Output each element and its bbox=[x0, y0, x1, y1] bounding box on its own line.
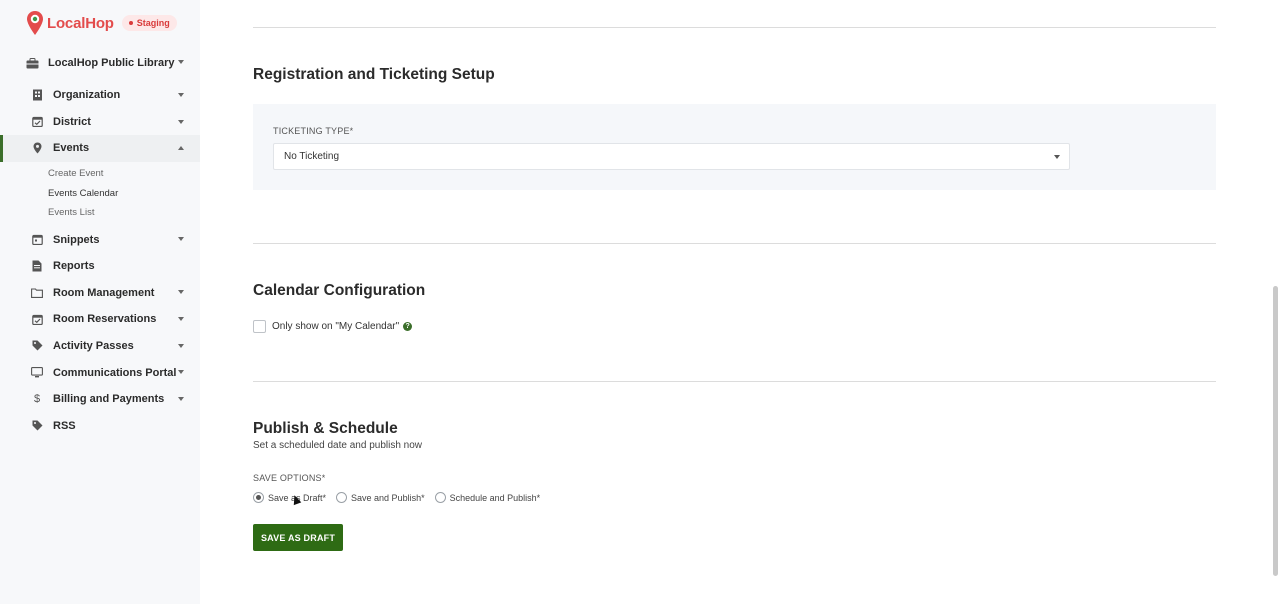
sidebar-item-label: Communications Portal bbox=[53, 366, 177, 379]
events-subnav: Create Event Events Calendar Events List bbox=[0, 162, 200, 227]
sidebar-item-label: District bbox=[53, 115, 91, 128]
folder-icon bbox=[31, 287, 43, 299]
environment-badge-label: Staging bbox=[136, 18, 170, 28]
chevron-up-icon bbox=[178, 146, 184, 151]
app-root: LocalHop Staging LocalHop Public Library… bbox=[0, 0, 1280, 604]
calendar-check-icon bbox=[31, 116, 43, 128]
section-divider bbox=[253, 243, 1216, 244]
sidebar-item-district[interactable]: District bbox=[0, 109, 200, 136]
logo-wordmark: LocalHop bbox=[47, 15, 114, 32]
logo-word-local: Local bbox=[47, 14, 86, 32]
chevron-down-icon bbox=[178, 370, 184, 375]
logo-word-hop: Hop bbox=[85, 14, 114, 32]
calendar-section-title: Calendar Configuration bbox=[253, 282, 426, 299]
sidebar-item-label: Activity Passes bbox=[53, 339, 134, 352]
registration-section-title: Registration and Ticketing Setup bbox=[253, 66, 495, 83]
section-divider bbox=[253, 27, 1216, 28]
chevron-down-icon bbox=[178, 290, 184, 295]
help-icon[interactable]: ? bbox=[403, 322, 413, 331]
dollar-icon: $ bbox=[33, 393, 41, 406]
brand-logo[interactable]: LocalHop Staging bbox=[26, 10, 177, 36]
location-pin-logo-icon bbox=[27, 11, 43, 35]
radio-button[interactable] bbox=[253, 492, 264, 503]
calendar-check-icon bbox=[31, 313, 43, 325]
sidebar-item-label: RSS bbox=[53, 419, 76, 432]
subnav-events-list[interactable]: Events List bbox=[0, 203, 200, 223]
radio-save-as-draft[interactable]: Save as Draft* bbox=[253, 492, 326, 503]
radio-label: Schedule and Publish* bbox=[449, 492, 541, 503]
badge-dot-icon bbox=[128, 21, 133, 25]
radio-label: Save and Publish* bbox=[351, 492, 425, 503]
section-divider bbox=[253, 381, 1216, 382]
tag-icon bbox=[31, 340, 43, 352]
sidebar-item-rss[interactable]: RSS bbox=[0, 412, 200, 439]
sidebar-item-label: Billing and Payments bbox=[53, 393, 165, 406]
radio-schedule-and-publish[interactable]: Schedule and Publish* bbox=[434, 492, 541, 503]
document-icon bbox=[31, 260, 43, 272]
ticketing-type-value: No Ticketing bbox=[284, 151, 340, 162]
organization-selector[interactable]: LocalHop Public Library bbox=[26, 54, 186, 72]
my-calendar-checkbox-label[interactable]: Only show on "My Calendar" bbox=[272, 321, 399, 332]
sidebar-item-label: Events bbox=[53, 142, 90, 155]
sidebar-item-label: Room Management bbox=[53, 286, 155, 299]
page-scrollbar[interactable] bbox=[1273, 286, 1278, 576]
publish-section-subtitle: Set a scheduled date and publish now bbox=[253, 440, 423, 451]
sidebar-nav: Organization District Events Create Even… bbox=[0, 82, 200, 439]
ticketing-type-select[interactable]: No Ticketing bbox=[273, 143, 1070, 170]
sidebar-item-room-management[interactable]: Room Management bbox=[0, 279, 200, 306]
sidebar-item-reports[interactable]: Reports bbox=[0, 253, 200, 280]
chevron-down-icon bbox=[178, 119, 184, 124]
sidebar: LocalHop Staging LocalHop Public Library… bbox=[0, 0, 200, 604]
briefcase-icon bbox=[26, 57, 39, 68]
sidebar-item-label: Room Reservations bbox=[53, 313, 157, 326]
chevron-down-icon bbox=[178, 317, 184, 322]
my-calendar-checkbox[interactable] bbox=[253, 320, 266, 333]
save-as-draft-button[interactable]: SAVE AS DRAFT bbox=[253, 524, 343, 551]
help-icon-glyph: ? bbox=[405, 323, 410, 330]
sidebar-item-events[interactable]: Events bbox=[0, 135, 200, 162]
tag-icon bbox=[31, 420, 43, 432]
radio-save-and-publish[interactable]: Save and Publish* bbox=[336, 492, 425, 503]
sidebar-item-organization[interactable]: Organization bbox=[0, 82, 200, 109]
organization-name: LocalHop Public Library bbox=[48, 57, 175, 69]
sidebar-item-snippets[interactable]: Snippets bbox=[0, 226, 200, 253]
chevron-down-icon bbox=[1054, 155, 1060, 159]
sidebar-item-label: Organization bbox=[53, 89, 121, 102]
sidebar-item-room-reservations[interactable]: Room Reservations bbox=[0, 306, 200, 333]
sidebar-item-communications-portal[interactable]: Communications Portal bbox=[0, 359, 200, 386]
monitor-icon bbox=[31, 367, 43, 379]
subnav-create-event[interactable]: Create Event bbox=[0, 164, 200, 184]
calendar-icon bbox=[31, 234, 43, 246]
chevron-down-icon bbox=[178, 343, 184, 348]
building-icon bbox=[31, 89, 43, 101]
sidebar-item-label: Snippets bbox=[53, 233, 100, 246]
save-options-label: SAVE OPTIONS* bbox=[253, 473, 326, 483]
radio-button[interactable] bbox=[336, 492, 348, 503]
ticketing-type-label: TICKETING TYPE* bbox=[273, 126, 354, 136]
chevron-down-icon bbox=[178, 396, 184, 401]
ticketing-panel: TICKETING TYPE* No Ticketing bbox=[253, 104, 1216, 190]
subnav-events-calendar[interactable]: Events Calendar bbox=[0, 183, 200, 203]
sidebar-item-billing-and-payments[interactable]: $ Billing and Payments bbox=[0, 386, 200, 413]
sidebar-item-label: Reports bbox=[53, 260, 95, 273]
chevron-down-icon bbox=[178, 237, 184, 242]
my-calendar-option: Only show on "My Calendar" ? bbox=[253, 320, 413, 333]
chevron-down-icon bbox=[178, 60, 184, 64]
radio-button[interactable] bbox=[434, 492, 446, 503]
chevron-down-icon bbox=[178, 93, 184, 97]
publish-section-title: Publish & Schedule bbox=[253, 420, 398, 437]
sidebar-item-activity-passes[interactable]: Activity Passes bbox=[0, 333, 200, 360]
environment-badge: Staging bbox=[121, 15, 177, 31]
map-pin-icon bbox=[31, 142, 43, 154]
